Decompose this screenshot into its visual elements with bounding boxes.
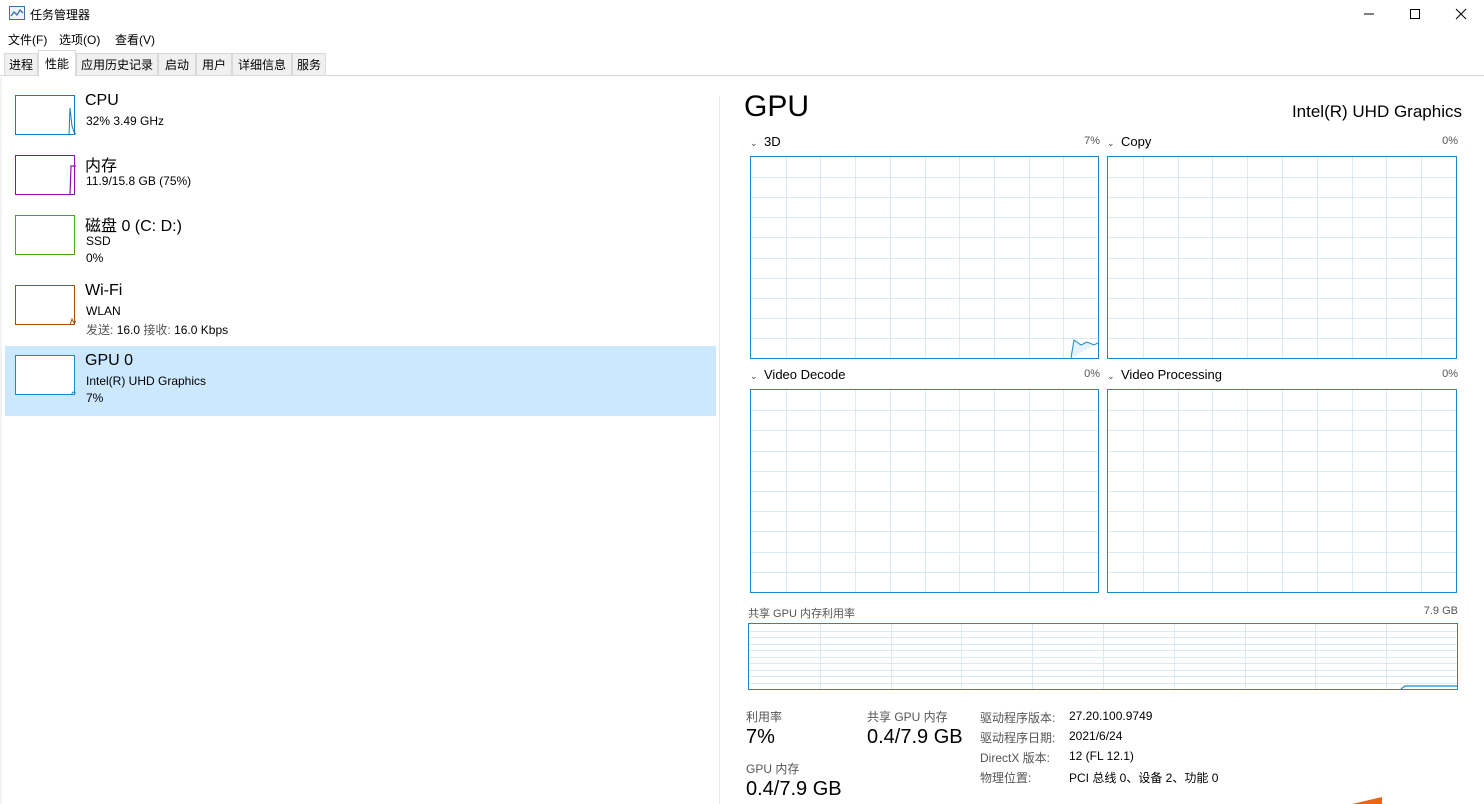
engine-selector-3d[interactable]: ⌄ 3D	[750, 134, 781, 149]
gpu-thumbnail	[15, 355, 76, 396]
physical-location-label: 物理位置:	[980, 771, 1032, 785]
driver-date-label: 驱动程序日期:	[980, 731, 1056, 745]
resource-disk[interactable]: 磁盘 0 (C: D:) SSD 0%	[5, 206, 716, 276]
page-title: GPU	[744, 90, 810, 123]
resource-detail: 32% 3.49 GHz	[86, 114, 165, 128]
resource-name: 内存	[85, 158, 118, 175]
window-edge	[0, 77, 2, 804]
directx-version-value: 12 (FL 12.1)	[1069, 749, 1134, 763]
utilization-label: 利用率	[746, 710, 783, 724]
engine-selector-video-decode[interactable]: ⌄ Video Decode	[750, 367, 845, 382]
engine-selector-video-processing[interactable]: ⌄ Video Processing	[1107, 367, 1222, 382]
wifi-throughput: 发送: 16.0 接收: 16.0 Kbps	[86, 323, 229, 337]
chevron-down-icon: ⌄	[750, 371, 758, 381]
tab-users[interactable]: 用户	[196, 53, 232, 75]
maximize-button[interactable]	[1392, 0, 1438, 28]
resource-name: Wi-Fi	[85, 282, 123, 299]
chevron-down-icon: ⌄	[1107, 138, 1115, 148]
driver-version-label: 驱动程序版本:	[980, 711, 1056, 725]
menu-bar: 文件(F) 选项(O) 查看(V)	[0, 28, 1484, 48]
resource-name: CPU	[85, 92, 119, 109]
driver-version-value: 27.20.100.9749	[1069, 709, 1153, 723]
engine-percent: 0%	[1442, 135, 1458, 147]
resource-name: GPU 0	[85, 352, 134, 369]
menu-file[interactable]: 文件(F)	[8, 31, 47, 48]
engine-percent: 7%	[1084, 135, 1100, 147]
graph-video-processing	[1107, 389, 1457, 593]
maximize-icon	[1410, 9, 1420, 19]
resource-detail: Intel(R) UHD Graphics	[86, 374, 207, 388]
wifi-thumbnail	[15, 285, 76, 326]
engine-percent: 0%	[1442, 368, 1458, 380]
tab-details[interactable]: 详细信息	[232, 53, 292, 75]
gpu-memory-value: 0.4/7.9 GB	[746, 778, 842, 800]
resource-detail: WLAN	[86, 304, 121, 318]
graph-video-decode	[750, 389, 1099, 593]
tab-performance[interactable]: 性能	[38, 50, 76, 76]
minimize-icon	[1364, 13, 1374, 15]
directx-version-label: DirectX 版本:	[980, 751, 1051, 765]
utilization-trace	[1070, 339, 1098, 358]
memory-thumbnail	[15, 155, 76, 196]
driver-date-value: 2021/6/24	[1069, 729, 1123, 743]
minimize-button[interactable]	[1346, 0, 1392, 28]
chevron-down-icon: ⌄	[1107, 371, 1115, 381]
resource-detail: SSD	[86, 234, 111, 248]
title-bar: 任务管理器	[0, 0, 1484, 28]
engine-selector-copy[interactable]: ⌄ Copy	[1107, 134, 1151, 149]
graph-3d	[750, 156, 1099, 359]
task-manager-icon	[9, 6, 25, 20]
resource-usage: 0%	[86, 251, 104, 265]
engine-percent: 0%	[1084, 368, 1100, 380]
tab-processes[interactable]: 进程	[4, 53, 38, 75]
menu-view[interactable]: 查看(V)	[115, 31, 155, 48]
resource-gpu[interactable]: GPU 0 Intel(R) UHD Graphics 7%	[5, 346, 716, 416]
tab-startup[interactable]: 启动	[158, 53, 196, 75]
utilization-value: 7%	[746, 726, 775, 748]
resource-wifi[interactable]: Wi-Fi WLAN 发送: 16.0 接收: 16.0 Kbps	[5, 276, 716, 346]
graph-shared-memory	[748, 623, 1458, 690]
shared-memory-value: 0.4/7.9 GB	[867, 726, 963, 748]
memory-trace	[1400, 685, 1457, 689]
taskbar-edge	[1352, 797, 1382, 804]
shared-memory-max: 7.9 GB	[1423, 605, 1458, 617]
shared-memory-label: 共享 GPU 内存	[867, 710, 948, 724]
window-title: 任务管理器	[30, 8, 91, 22]
tab-app-history[interactable]: 应用历史记录	[76, 53, 158, 75]
gpu-memory-label: GPU 内存	[746, 762, 800, 776]
graph-copy	[1107, 156, 1457, 359]
resource-usage: 7%	[86, 391, 104, 405]
close-icon	[1455, 8, 1467, 20]
panel-divider[interactable]	[719, 96, 720, 804]
tab-bar: 进程 性能 应用历史记录 启动 用户 详细信息 服务	[0, 50, 1484, 76]
gpu-model-name: Intel(R) UHD Graphics	[1291, 102, 1462, 121]
shared-memory-graph-label: 共享 GPU 内存利用率	[748, 608, 855, 620]
resource-name: 磁盘 0 (C: D:)	[85, 218, 182, 235]
tab-services[interactable]: 服务	[292, 53, 326, 75]
physical-location-value: PCI 总线 0、设备 2、功能 0	[1069, 771, 1219, 785]
resource-detail: 11.9/15.8 GB (75%)	[86, 174, 192, 188]
menu-options[interactable]: 选项(O)	[59, 31, 100, 48]
chevron-down-icon: ⌄	[750, 138, 758, 148]
disk-thumbnail	[15, 215, 75, 255]
cpu-thumbnail	[15, 95, 76, 136]
close-button[interactable]	[1438, 0, 1484, 28]
